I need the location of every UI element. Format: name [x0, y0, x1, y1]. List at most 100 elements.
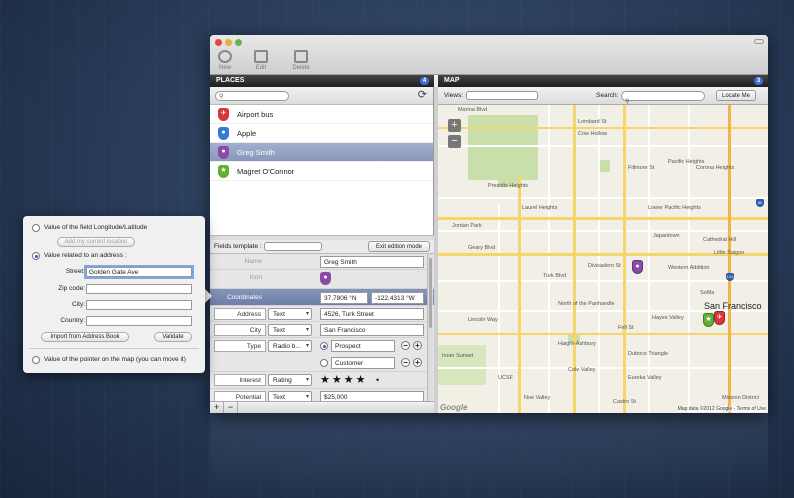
customer-option[interactable]: Customer	[331, 357, 395, 369]
address-type-select[interactable]: Text	[268, 308, 312, 320]
places-count-badge: 4	[420, 77, 429, 85]
map-label: Duboce Triangle	[628, 351, 669, 357]
zip-input[interactable]	[86, 284, 192, 294]
places-list: ✈ Airport bus ● Apple ● Greg Smith ★ Mag…	[210, 105, 433, 181]
zoom-out-icon[interactable]: −	[448, 135, 461, 148]
highway-shield-icon: 80	[756, 199, 764, 207]
map-header: MAP 3	[438, 75, 768, 87]
bus-map-pin-icon[interactable]: ✈	[714, 311, 725, 325]
close-icon[interactable]	[215, 39, 222, 46]
toolbar-toggle-icon[interactable]	[754, 39, 764, 44]
map-road	[688, 105, 690, 413]
edit-pencil-icon	[254, 50, 268, 63]
name-field[interactable]: Greg Smith	[320, 256, 424, 268]
fields-template-bar: Fields template : Exit edition mode	[210, 240, 434, 254]
type-select[interactable]: Radio b...	[268, 340, 312, 352]
exit-edition-button[interactable]: Exit edition mode	[368, 241, 430, 252]
map-view[interactable]: Lombard St Cow Hollow Pacific Heights Pr…	[438, 105, 768, 413]
title-bar: New Edit Delete	[210, 35, 768, 75]
locate-me-button[interactable]: Locate Me	[716, 90, 756, 101]
places-search-input[interactable]: ⚲	[215, 91, 289, 101]
list-item[interactable]: ★ Magret O'Connor	[210, 162, 433, 181]
city-label[interactable]: City	[214, 324, 266, 336]
scroll-thumb[interactable]	[429, 258, 432, 328]
list-item-selected[interactable]: ● Greg Smith	[210, 143, 433, 162]
address-field[interactable]: 4526, Turk Street	[320, 308, 424, 320]
map-label: SoMa	[700, 290, 715, 296]
import-address-book-button[interactable]: Import from Address Book	[41, 332, 129, 342]
list-item[interactable]: ● Apple	[210, 124, 433, 143]
popup-separator	[29, 348, 199, 349]
map-road	[438, 230, 768, 232]
map-attribution[interactable]: Map data ©2012 Google - Terms of Use	[677, 406, 766, 412]
views-label: Views:	[444, 92, 464, 99]
add-location-button[interactable]: Add my current location	[57, 237, 135, 247]
map-label: Little Saigon	[714, 250, 745, 256]
remove-option-icon[interactable]: −	[401, 358, 410, 367]
map-road	[498, 205, 500, 413]
highway-shield-icon: 101	[726, 273, 734, 281]
form-scrollbar[interactable]	[427, 254, 433, 401]
edit-label: Edit	[255, 65, 267, 71]
prospect-radio[interactable]	[320, 342, 328, 350]
address-radio[interactable]	[32, 252, 40, 260]
add-option-icon[interactable]: +	[413, 358, 422, 367]
refresh-icon[interactable]: ⟳	[418, 90, 427, 101]
map-road	[548, 105, 550, 413]
star-map-pin-icon[interactable]: ★	[703, 313, 714, 327]
minimize-icon[interactable]	[225, 39, 232, 46]
interest-type-select[interactable]: Rating	[268, 374, 312, 386]
customer-radio[interactable]	[320, 359, 328, 367]
popup-city-input[interactable]	[86, 300, 192, 310]
delete-button[interactable]: Delete	[289, 50, 313, 71]
map-label: Jordan Park	[452, 223, 482, 229]
person-pin-icon: ●	[218, 146, 229, 159]
new-pin-icon	[218, 50, 232, 63]
prospect-option[interactable]: Prospect	[331, 340, 395, 352]
zoom-icon[interactable]	[235, 39, 242, 46]
potential-label[interactable]: Potential	[214, 391, 266, 401]
edit-button[interactable]: Edit	[249, 50, 273, 71]
city-field[interactable]: San Francisco	[320, 324, 424, 336]
map-label: Geary Blvd	[468, 245, 496, 251]
fields-template-select[interactable]	[264, 242, 322, 251]
map-road-major	[438, 217, 768, 220]
map-road	[438, 145, 768, 147]
views-select[interactable]	[466, 91, 538, 100]
map-freeway	[728, 105, 731, 413]
potential-field[interactable]: $25,000	[320, 391, 424, 401]
zoom-in-icon[interactable]: +	[448, 119, 461, 132]
add-field-icon[interactable]: +	[210, 402, 224, 413]
map-count-badge: 3	[754, 77, 763, 85]
remove-field-icon[interactable]: −	[224, 402, 238, 413]
address-label[interactable]: Address	[214, 308, 266, 320]
longitude-field[interactable]: -122,4313 °W	[371, 292, 424, 304]
map-label: Lincoln Way	[468, 317, 498, 323]
street-input[interactable]: Golden Gate Ave	[86, 267, 192, 277]
potential-type-select[interactable]: Text	[268, 391, 312, 401]
name-label: Name	[244, 258, 262, 265]
latitude-field[interactable]: 37,7806 °N	[320, 292, 368, 304]
places-title: PLACES	[216, 77, 245, 84]
type-label[interactable]: Type	[214, 340, 266, 352]
map-road-major	[623, 105, 626, 413]
list-item[interactable]: ✈ Airport bus	[210, 105, 433, 124]
map-park	[438, 345, 486, 385]
add-option-icon[interactable]: +	[413, 341, 422, 350]
validate-button[interactable]: Validate	[154, 332, 192, 342]
interest-label[interactable]: Interest	[214, 374, 266, 386]
pointer-option-label: Value of the pointer on the map (you can…	[44, 356, 186, 363]
rating-stars[interactable]: ★★★★	[320, 373, 367, 387]
remove-option-icon[interactable]: −	[401, 341, 410, 350]
map-label: Castro St	[613, 399, 636, 405]
country-input[interactable]	[86, 316, 192, 326]
map-search-input[interactable]: ⚲	[621, 91, 705, 105]
new-button[interactable]: New	[213, 50, 237, 71]
edit-form: Name Greg Smith Icon ● Coordinates 37,78…	[210, 254, 434, 401]
pointer-radio[interactable]	[32, 356, 40, 364]
new-label: New	[218, 65, 231, 71]
person-pin-icon[interactable]: ●	[320, 272, 331, 285]
city-type-select[interactable]: Text	[268, 324, 312, 336]
person-map-pin-icon[interactable]: ●	[632, 260, 643, 274]
longlat-radio[interactable]	[32, 224, 40, 232]
